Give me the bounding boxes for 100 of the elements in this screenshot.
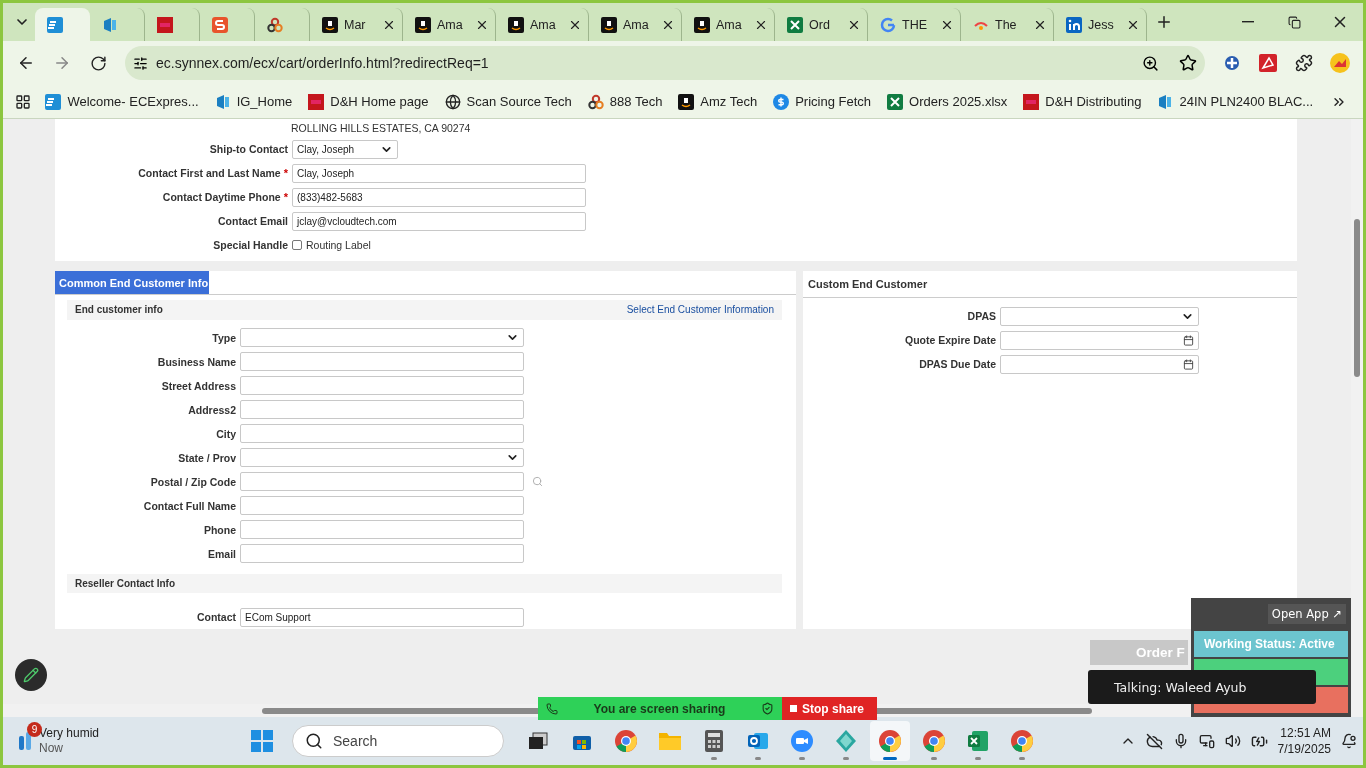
volume-icon[interactable] [1224,733,1241,749]
zoom-icon[interactable] [1142,54,1159,72]
search-icon [305,732,323,750]
extension-icon [1259,54,1277,72]
display-icon[interactable] [1198,733,1215,749]
field-label: DPAS [966,310,996,322]
cloud-off-icon[interactable] [1145,732,1163,750]
site-icon [773,93,790,110]
text-field[interactable] [240,352,524,371]
site-info-icon[interactable] [133,55,148,71]
text-field[interactable] [240,376,524,395]
field-label: Contact Daytime Phone * [161,191,288,203]
grid-icon [15,93,32,110]
folder-icon [658,730,682,752]
field-label: Postal / Zip Code [149,475,236,488]
text-field[interactable] [240,544,524,563]
text-field[interactable] [240,400,524,419]
text-field[interactable]: Clay, Joseph [292,163,586,183]
working-status-bar: Working Status: Active [1194,631,1348,657]
field-label: Contact [195,611,236,623]
globe-icon [444,93,461,110]
dropdown-field[interactable] [240,328,524,347]
notification-badge: 9 [27,722,42,737]
field-label: Business Name [156,355,236,368]
date-field[interactable] [1000,354,1199,374]
shield-icon [761,702,774,715]
dropdown-field[interactable]: Clay, Joseph [292,139,398,159]
browser-tab[interactable] [35,8,90,41]
bookmark-item[interactable]: D&H Distributing [1017,89,1148,114]
site-icon [415,16,431,33]
text-field[interactable] [240,424,524,443]
text-field[interactable] [240,496,524,515]
field-label: Contact Email [217,215,288,227]
site-icon [212,16,228,33]
notifications-icon[interactable] [1341,733,1357,749]
taskbar-search-field[interactable]: Search [292,725,504,757]
plus-icon [1155,13,1173,31]
bookmark-item[interactable]: Pricing Fetch [767,89,878,114]
phone-icon [546,702,558,715]
bookmark-item[interactable]: D&H Home page [302,89,435,114]
bookmark-item[interactable]: Scan Source Tech [438,89,578,114]
section-header: Reseller Contact Info [67,573,782,593]
site-icon [267,16,283,33]
site-icon [102,16,118,33]
text-field[interactable]: jclay@vcloudtech.com [292,211,586,231]
spreadsheet-icon [966,729,990,753]
scrollbar-thumb[interactable] [1354,219,1360,377]
text-field[interactable]: (833)482-5683 [292,187,586,207]
panel-title: Custom End Customer [807,278,928,290]
bookmark-item[interactable]: 24IN PLN2400 BLAC... [1151,89,1320,114]
chrome-icon [614,729,638,753]
site-icon [322,16,338,33]
panel-title: Common End Customer Info [55,271,210,295]
site-icon [157,16,173,33]
field-label: Address2 [187,403,236,416]
text-field[interactable] [240,472,524,491]
site-icon [508,16,524,33]
bookmark-item[interactable]: 888 Tech [581,89,669,114]
calculator-icon [704,729,724,753]
chrome-icon [1010,729,1034,753]
dropdown-field[interactable] [1000,306,1199,326]
puzzle-icon [1295,54,1313,72]
bookmark-item[interactable]: Orders 2025.xlsx [881,89,1014,114]
address-bar[interactable]: ec.synnex.com/ecx/cart/orderInfo.html?redirectReq=1 [125,46,1205,80]
edit-button[interactable] [15,659,47,691]
field-label: Contact First and Last Name * [137,167,288,179]
date-field[interactable] [1000,330,1199,350]
weather-icon [19,732,31,750]
checkbox[interactable] [292,240,302,250]
field-label: Quote Expire Date [903,334,996,346]
text-field[interactable]: ECom Support [240,607,524,627]
stop-icon [790,705,797,712]
clock[interactable]: 12:51 AM 7/19/2025 [1277,725,1331,757]
stop-share-button[interactable]: Stop share [782,697,877,720]
field-label: City [215,427,236,440]
site-icon [587,93,604,110]
dropdown-field[interactable] [240,448,524,467]
bookmark-star-icon[interactable] [1179,54,1197,72]
bookmark-item[interactable]: IG_Home [208,89,299,114]
site-icon [45,93,62,110]
text-field[interactable] [240,520,524,539]
bookmark-item[interactable]: Amz Tech [672,89,764,114]
field-label: DPAS Due Date [918,358,996,370]
field-label: Ship-to Contact [208,143,288,155]
windows-logo [251,730,273,752]
extension-icon [1224,55,1240,71]
site-icon [214,93,231,110]
site-icon [1023,93,1040,110]
field-label: Special Handle [212,239,288,251]
open-app-button[interactable]: Open App ↗ [1267,604,1346,624]
bookmark-item[interactable]: Welcome- ECExpres... [39,89,205,114]
reload-icon [89,54,107,72]
site-icon [694,16,710,33]
screen-share-message: You are screen sharing [593,701,726,716]
field-label: Phone [202,523,236,536]
calendar-icon [1183,334,1194,346]
address-text: ROLLING HILLS ESTATES, CA 90274 [291,122,471,134]
site-icon [787,16,803,33]
section-header: End customer info Select End Customer Information [67,300,782,320]
select-end-customer-link[interactable]: Select End Customer Information [626,304,774,316]
